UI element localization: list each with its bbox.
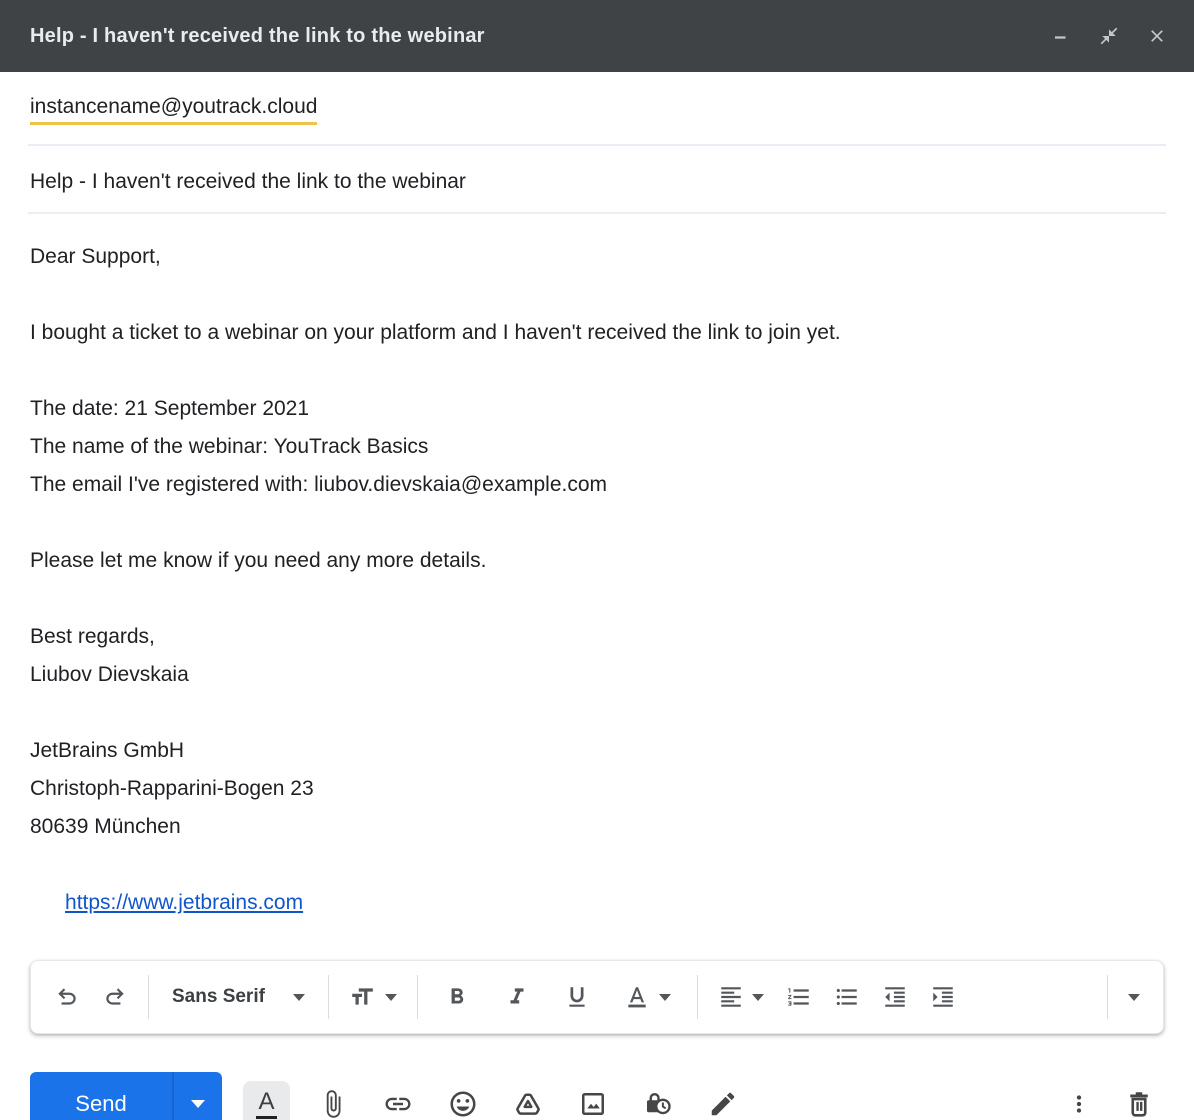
chevron-down-icon — [752, 994, 764, 1001]
chevron-down-icon — [293, 994, 305, 1001]
subject-value: Help - I haven't received the link to th… — [30, 170, 466, 193]
toolbar-divider — [1107, 975, 1108, 1019]
indent-less-icon — [882, 984, 908, 1010]
body-text-line — [30, 694, 1164, 732]
body-text-line: Christoph-Rapparini-Bogen 23 — [30, 770, 1164, 808]
insert-link-icon — [383, 1089, 413, 1119]
message-body[interactable]: Dear Support, I bought a ticket to a web… — [0, 214, 1194, 960]
insert-photo-icon — [578, 1089, 608, 1119]
attach-file-icon — [318, 1089, 348, 1119]
body-text-line — [30, 504, 1164, 542]
bold-button[interactable] — [427, 971, 487, 1023]
insert-drive-file-button[interactable] — [504, 1081, 551, 1120]
recipient-value[interactable]: instancename@youtrack.cloud — [30, 95, 317, 125]
minimize-icon[interactable] — [1050, 25, 1072, 47]
underline-button[interactable] — [547, 971, 607, 1023]
chevron-down-icon — [385, 994, 397, 1001]
body-text-line: Liubov Dievskaia — [30, 656, 1164, 694]
indent-more-button[interactable] — [919, 971, 967, 1023]
attach-file-button[interactable] — [309, 1081, 356, 1120]
insert-signature-button[interactable] — [699, 1081, 746, 1120]
text-style-group — [427, 971, 688, 1023]
body-text-line: I bought a ticket to a webinar on your p… — [30, 314, 1164, 352]
body-text-line: The date: 21 September 2021 — [30, 390, 1164, 428]
toolbar-divider — [148, 975, 149, 1019]
body-text-line: Best regards, — [30, 618, 1164, 656]
compose-window: Help - I haven't received the link to th… — [0, 0, 1194, 1120]
font-family-label: Sans Serif — [172, 986, 265, 1008]
more-options-button[interactable] — [1055, 1081, 1102, 1120]
bold-icon — [444, 984, 470, 1010]
insert-drive-file-icon — [513, 1089, 543, 1119]
numbered-list-button[interactable] — [775, 971, 823, 1023]
align-icon — [718, 984, 744, 1010]
indent-more-icon — [930, 984, 956, 1010]
text-color-icon — [624, 984, 650, 1010]
formatting-options-icon: A — [256, 1090, 276, 1119]
send-options-icon — [191, 1100, 205, 1108]
align-menu[interactable] — [707, 971, 775, 1023]
send-button[interactable]: Send — [30, 1072, 172, 1120]
compose-titlebar[interactable]: Help - I haven't received the link to th… — [0, 0, 1194, 72]
italic-button[interactable] — [487, 971, 547, 1023]
bulleted-list-button[interactable] — [823, 971, 871, 1023]
insert-emoji-icon — [448, 1089, 478, 1119]
send-split-button: Send — [30, 1072, 222, 1120]
discard-draft-icon — [1124, 1089, 1154, 1119]
body-text-line: 80639 München — [30, 808, 1164, 846]
formatting-options-button[interactable]: A — [243, 1081, 290, 1120]
exit-fullscreen-icon[interactable] — [1098, 25, 1120, 47]
numbered-list-icon — [786, 984, 812, 1010]
more-options-icon — [1066, 1091, 1092, 1117]
signature-link[interactable]: https://www.jetbrains.com — [65, 891, 303, 914]
confidential-mode-icon — [643, 1089, 673, 1119]
close-icon[interactable] — [1146, 25, 1168, 47]
toolbar-end-group — [1098, 971, 1151, 1023]
more-formatting-button[interactable] — [1117, 971, 1151, 1023]
body-text-line — [30, 352, 1164, 390]
send-options-button[interactable] — [172, 1072, 222, 1120]
more-formatting-icon — [1128, 994, 1140, 1001]
insert-photo-button[interactable] — [569, 1081, 616, 1120]
subject-field[interactable]: Help - I haven't received the link to th… — [0, 146, 1194, 212]
toolbar-divider — [328, 975, 329, 1019]
bulleted-list-icon — [834, 984, 860, 1010]
body-text-line: JetBrains GmbH — [30, 732, 1164, 770]
body-text-line: The name of the webinar: YouTrack Basics — [30, 428, 1164, 466]
insert-signature-icon — [708, 1089, 738, 1119]
font-family-menu[interactable]: Sans Serif — [158, 971, 319, 1023]
text-size-icon — [349, 984, 375, 1010]
body-text-line — [30, 580, 1164, 618]
chevron-down-icon — [659, 994, 671, 1001]
confidential-mode-button[interactable] — [634, 1081, 681, 1120]
body-text-line: The email I've registered with: liubov.d… — [30, 466, 1164, 504]
recipient-field[interactable]: instancename@youtrack.cloud — [0, 72, 1194, 125]
text-size-menu[interactable] — [338, 971, 408, 1023]
insert-emoji-button[interactable] — [439, 1081, 486, 1120]
window-title: Help - I haven't received the link to th… — [30, 25, 1050, 48]
toolbar-divider — [417, 975, 418, 1019]
formatting-toolbar: Sans Serif — [30, 960, 1164, 1034]
body-text-line: Dear Support, — [30, 238, 1164, 276]
body-text-line — [30, 276, 1164, 314]
undo-button[interactable] — [43, 971, 91, 1023]
body-text-line: Please let me know if you need any more … — [30, 542, 1164, 580]
toolbar-divider — [697, 975, 698, 1019]
body-text: Dear Support, I bought a ticket to a web… — [30, 238, 1164, 846]
redo-button[interactable] — [91, 971, 139, 1023]
signature-link-line: https://www.jetbrains.com — [30, 846, 1164, 960]
redo-icon — [102, 984, 128, 1010]
indent-less-button[interactable] — [871, 971, 919, 1023]
insert-link-button[interactable] — [374, 1081, 421, 1120]
text-color-button[interactable] — [607, 971, 688, 1023]
action-bar: Send A — [0, 1072, 1194, 1120]
window-controls — [1050, 25, 1168, 47]
underline-icon — [564, 984, 590, 1010]
italic-icon — [504, 984, 530, 1010]
discard-draft-button[interactable] — [1115, 1081, 1162, 1120]
undo-icon — [54, 984, 80, 1010]
